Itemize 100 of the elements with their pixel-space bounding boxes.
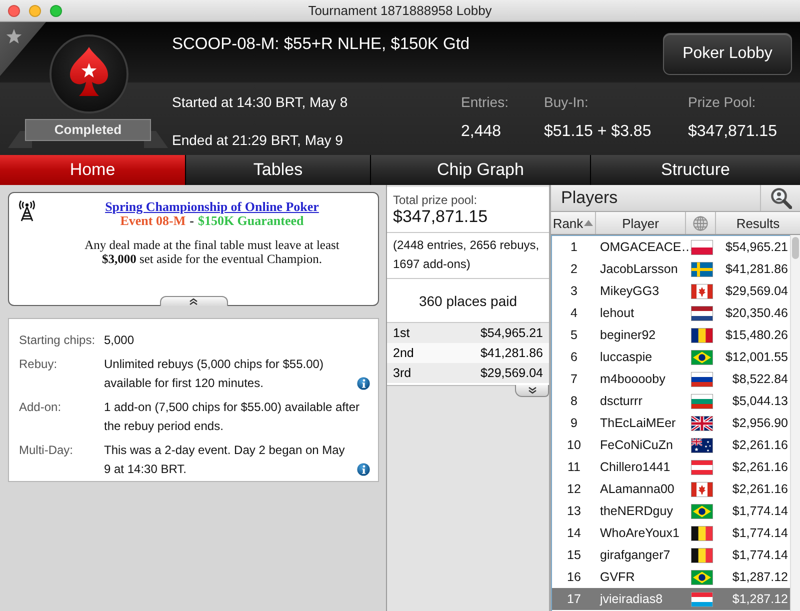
column-header[interactable]: Results [716,212,800,234]
expand-button[interactable] [515,385,549,397]
player-name: WhoAreYoux1 [599,526,680,540]
result-cell-text: $2,956.90 [731,416,789,430]
rank-cell-text: 8 [570,394,578,408]
star-icon[interactable] [0,22,46,76]
rank-cell-text: 10 [566,438,582,452]
flag-icon [691,416,713,430]
payout-amount: $29,569.04 [480,366,543,380]
column-header[interactable]: Player [596,212,686,234]
result-cell-text: $1,774.14 [731,504,789,518]
stat-label: Entries: [461,93,510,111]
subtitle-text: - [190,214,194,228]
result-cell-text: $54,965.21 [724,240,789,254]
flag-icon [691,592,713,606]
flag-icon [691,526,713,540]
stat-label: Prize Pool: [688,93,757,111]
collapse-button[interactable] [160,296,228,306]
player-name: FeCoNiCuZn [599,438,674,452]
stat-value: 2,448 [461,122,502,142]
player-row[interactable]: 17 jvieiradias8 $1,287.12 [552,588,790,610]
payout-place: 1st [393,326,410,340]
payout-place: 3rd [393,366,412,380]
rank-cell-text: 7 [570,372,578,386]
rank-cell-text: 11 [566,460,582,474]
tab[interactable]: Chip Graph [370,155,590,185]
rank-cell-text: 15 [566,548,582,562]
places-paid: 360 places paid [418,292,518,308]
flag-icon [691,328,713,342]
double-chevron-up-icon [189,298,198,305]
rank-cell-text: 4 [570,306,578,320]
player-name: girafganger7 [599,548,672,562]
result-cell-text: $2,261.16 [731,482,789,496]
player-name: Chillero1441 [599,460,672,474]
payout-amount: $41,281.86 [480,346,543,360]
result-cell-text: $15,480.26 [724,328,789,342]
info-icon[interactable] [357,463,370,476]
news-text: Any deal made at the final table must leave at least $3,000 set aside for the eventual Champion. [84,238,340,266]
player-name: luccaspie [599,350,654,364]
player-name: JacobLarsson [599,262,679,276]
detail-label: Starting chips: [19,332,96,349]
rank-cell-text: 17 [566,592,582,606]
status-ribbon: Completed [8,119,168,149]
flag-icon [691,460,713,474]
flag-icon [691,548,713,562]
player-name: jvieiradias8 [598,592,664,606]
result-cell-text: $1,287.12 [731,570,789,584]
prize-pool-value: $347,871.15 [393,207,489,227]
antenna-icon [18,200,36,222]
tab[interactable]: Home [0,155,185,185]
flag-icon [691,350,713,364]
payout-place: 2nd [393,346,414,360]
end-time: Ended at 21:29 BRT, May 9 [172,131,344,149]
tab[interactable]: Structure [590,155,800,185]
result-cell-text: $41,281.86 [724,262,789,276]
player-name: m4booooby [599,372,666,386]
globe-icon [693,216,708,230]
player-name: lehout [599,306,636,320]
detail-value: Unlimited rebuys (5,000 chips for $55.00) available for first 120 minutes. [104,356,324,392]
flag-icon [691,306,713,320]
rank-cell-text: 13 [566,504,582,518]
player-name: beginer92 [599,328,657,342]
player-name: theNERDguy [599,504,674,518]
result-cell-text: $5,044.13 [731,394,789,408]
scrollbar-thumb[interactable] [792,237,799,259]
close-button[interactable] [8,4,20,16]
scrollbar[interactable] [790,235,800,611]
player-name: GVFR [599,570,636,584]
stat-value: $51.15 + $3.85 [544,122,652,142]
poker-lobby-button[interactable]: Poker Lobby [663,33,792,75]
player-name: ALamanna00 [599,482,676,496]
payout-amount: $54,965.21 [480,326,543,340]
prize-pool-label: Total prize pool: [393,193,478,207]
search-icon [770,187,792,209]
result-cell-text: $1,774.14 [731,548,789,562]
info-icon[interactable] [357,377,370,390]
flag-icon [691,504,713,518]
flag-icon [691,372,713,386]
flag-icon [691,482,713,496]
detail-label: Multi-Day: [19,442,74,459]
rank-cell-text: 14 [566,526,582,540]
flag-icon [691,284,713,298]
detail-value: This was a 2-day event. Day 2 began on May 9 at 14:30 BRT. [104,442,346,478]
flag-icon [691,570,713,584]
flag-icon [691,262,713,276]
event-link[interactable]: Spring Championship of Online Poker [105,200,319,214]
maximize-button[interactable] [50,4,62,16]
result-cell-text: $29,569.04 [724,284,789,298]
window-title: Tournament 1871888958 Lobby [308,3,492,18]
result-cell-text: $12,001.55 [724,350,789,364]
stat-label: Buy-In: [544,93,590,111]
column-header[interactable]: Rank [551,212,596,234]
result-cell-text: $1,287.12 [731,592,789,606]
result-cell-text: $20,350.46 [724,306,789,320]
rank-cell-text: 9 [570,416,578,430]
result-cell-text: $2,261.16 [731,460,789,474]
tab[interactable]: Tables [185,155,370,185]
rank-cell-text: 5 [570,328,578,342]
flag-icon [691,438,713,452]
detail-label: Add-on: [19,399,62,416]
